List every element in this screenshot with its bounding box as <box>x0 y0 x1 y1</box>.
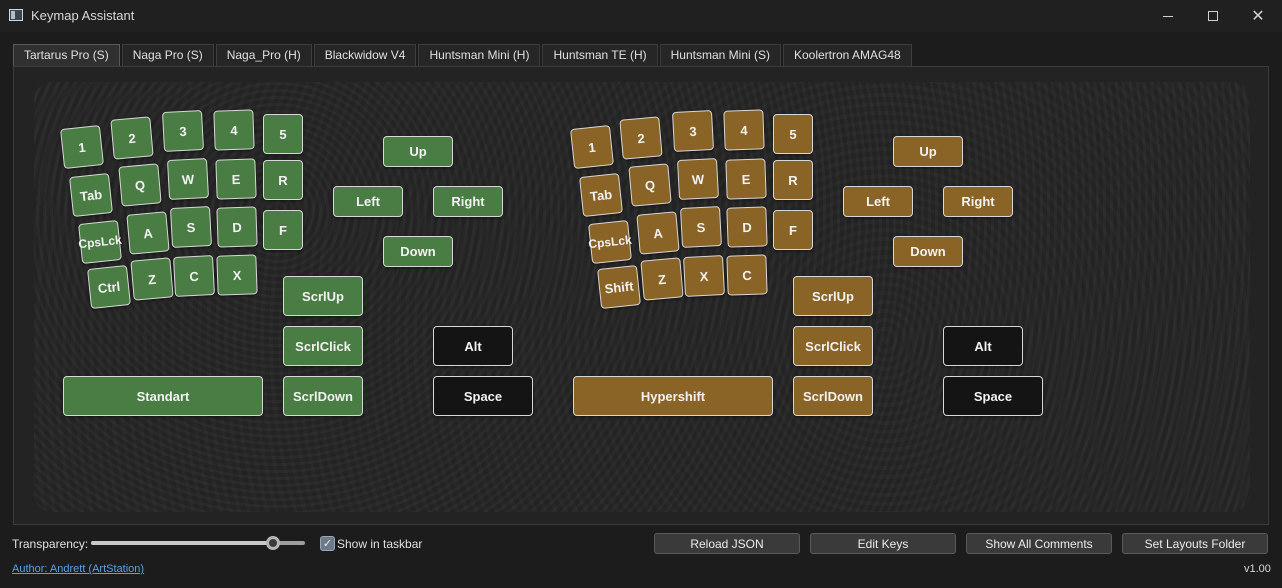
keymap-panel: 1 2 3 4 5 Tab Q W E R CpsLck A S D F Ctr… <box>13 66 1269 525</box>
key-left-r[interactable]: R <box>263 160 303 200</box>
key-left-right[interactable]: Right <box>433 186 503 217</box>
key-right-z[interactable]: Z <box>640 257 684 301</box>
key-right-2[interactable]: 2 <box>619 116 663 160</box>
key-right-4[interactable]: 4 <box>723 109 765 151</box>
edit-keys-button[interactable]: Edit Keys <box>810 533 956 554</box>
key-right-down[interactable]: Down <box>893 236 963 267</box>
key-left-up[interactable]: Up <box>383 136 453 167</box>
key-left-tab[interactable]: Tab <box>69 173 113 217</box>
minimize-button[interactable] <box>1145 0 1191 32</box>
key-right-s[interactable]: S <box>679 205 723 249</box>
key-left-w[interactable]: W <box>166 157 210 201</box>
tab-huntsman-mini-s[interactable]: Huntsman Mini (S) <box>659 44 781 66</box>
key-left-1[interactable]: 1 <box>60 125 104 169</box>
key-left-z[interactable]: Z <box>130 257 174 301</box>
key-left-scrolldown[interactable]: ScrlDown <box>283 376 363 416</box>
key-right-up[interactable]: Up <box>893 136 963 167</box>
key-left-alt[interactable]: Alt <box>433 326 513 366</box>
slider-fill <box>91 541 273 545</box>
tab-blackwidow-v4[interactable]: Blackwidow V4 <box>313 44 417 66</box>
show-in-taskbar-label[interactable]: Show in taskbar <box>337 537 422 551</box>
key-right-e[interactable]: E <box>725 158 767 200</box>
key-right-q[interactable]: Q <box>628 163 672 207</box>
checkmark-icon: ✓ <box>322 538 333 550</box>
tab-naga-pro-h[interactable]: Naga_Pro (H) <box>215 44 312 66</box>
close-icon: ✕ <box>1251 8 1265 25</box>
key-right-left[interactable]: Left <box>843 186 913 217</box>
transparency-label: Transparency: <box>12 537 89 551</box>
key-left-4[interactable]: 4 <box>213 109 255 151</box>
key-right-1[interactable]: 1 <box>570 125 614 169</box>
key-right-3[interactable]: 3 <box>671 109 715 153</box>
key-left-d[interactable]: D <box>216 206 258 248</box>
key-right-d[interactable]: D <box>726 206 768 248</box>
slider-thumb[interactable] <box>266 536 280 550</box>
key-left-2[interactable]: 2 <box>110 116 154 160</box>
minimize-icon <box>1163 15 1173 17</box>
key-right-f[interactable]: F <box>773 210 813 250</box>
key-left-scrollclick[interactable]: ScrlClick <box>283 326 363 366</box>
version-label: v1.00 <box>1244 563 1271 575</box>
close-button[interactable]: ✕ <box>1235 0 1281 32</box>
key-right-c[interactable]: C <box>726 254 768 296</box>
key-right-a[interactable]: A <box>636 211 680 255</box>
key-right-5[interactable]: 5 <box>773 114 813 154</box>
key-left-mode-standart[interactable]: Standart <box>63 376 263 416</box>
key-right-space[interactable]: Space <box>943 376 1043 416</box>
key-left-e[interactable]: E <box>215 158 257 200</box>
key-left-a[interactable]: A <box>126 211 170 255</box>
key-left-scrollup[interactable]: ScrlUp <box>283 276 363 316</box>
key-right-alt[interactable]: Alt <box>943 326 1023 366</box>
key-right-right[interactable]: Right <box>943 186 1013 217</box>
key-left-capslock[interactable]: CpsLck <box>78 220 122 264</box>
key-right-scrolldown[interactable]: ScrlDown <box>793 376 873 416</box>
key-right-scrollclick[interactable]: ScrlClick <box>793 326 873 366</box>
tab-huntsman-te-h[interactable]: Huntsman TE (H) <box>542 44 658 66</box>
title-bar: Keymap Assistant ✕ <box>0 0 1282 32</box>
key-left-x[interactable]: X <box>216 254 258 296</box>
tab-tartarus-pro-s[interactable]: Tartarus Pro (S) <box>13 44 120 66</box>
window-title: Keymap Assistant <box>31 8 135 23</box>
transparency-slider[interactable] <box>91 536 305 550</box>
show-in-taskbar-checkbox[interactable]: ✓ <box>320 536 335 551</box>
key-right-x[interactable]: X <box>682 254 726 298</box>
key-left-f[interactable]: F <box>263 210 303 250</box>
author-link[interactable]: Author: Andrett (ArtStation) <box>12 563 144 575</box>
tab-naga-pro-s[interactable]: Naga Pro (S) <box>121 44 214 66</box>
tab-huntsman-mini-h[interactable]: Huntsman Mini (H) <box>418 44 541 66</box>
set-layouts-folder-button[interactable]: Set Layouts Folder <box>1122 533 1268 554</box>
key-left-space[interactable]: Space <box>433 376 533 416</box>
key-right-r[interactable]: R <box>773 160 813 200</box>
key-left-ctrl[interactable]: Ctrl <box>87 265 131 309</box>
key-left-down[interactable]: Down <box>383 236 453 267</box>
key-right-capslock[interactable]: CpsLck <box>588 220 632 264</box>
key-left-3[interactable]: 3 <box>161 109 205 153</box>
key-right-tab[interactable]: Tab <box>579 173 623 217</box>
reload-json-button[interactable]: Reload JSON <box>654 533 800 554</box>
key-right-mode-hypershift[interactable]: Hypershift <box>573 376 773 416</box>
maximize-button[interactable] <box>1190 0 1236 32</box>
key-left-q[interactable]: Q <box>118 163 162 207</box>
device-tabs: Tartarus Pro (S) Naga Pro (S) Naga_Pro (… <box>13 44 914 66</box>
key-right-scrollup[interactable]: ScrlUp <box>793 276 873 316</box>
key-right-w[interactable]: W <box>676 157 720 201</box>
show-all-comments-button[interactable]: Show All Comments <box>966 533 1112 554</box>
key-left-c[interactable]: C <box>172 254 216 298</box>
tab-koolertron-amag48[interactable]: Koolertron AMAG48 <box>782 44 912 66</box>
app-icon <box>9 9 23 21</box>
key-left-5[interactable]: 5 <box>263 114 303 154</box>
key-left-s[interactable]: S <box>169 205 213 249</box>
maximize-icon <box>1208 11 1218 21</box>
key-right-shift[interactable]: Shift <box>597 265 641 309</box>
key-left-left[interactable]: Left <box>333 186 403 217</box>
